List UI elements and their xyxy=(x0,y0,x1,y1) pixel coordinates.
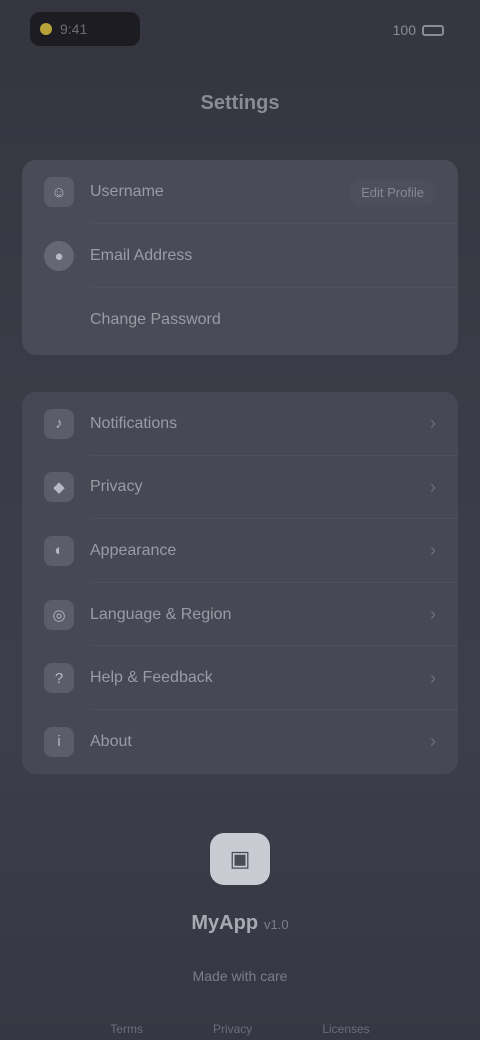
settings-item-label: Language & Region xyxy=(90,605,232,623)
recording-indicator-icon xyxy=(40,23,52,35)
row-label: Username xyxy=(90,183,164,200)
row-label: Change Password xyxy=(90,311,221,328)
chevron-right-icon: › xyxy=(430,413,436,434)
account-row-username[interactable]: ☺ Username Edit Profile xyxy=(22,160,458,224)
app-version: v1.0 xyxy=(264,917,289,932)
settings-item-language[interactable]: ◎ Language & Region › xyxy=(22,583,458,647)
battery-label: 100 xyxy=(392,22,416,38)
globe-icon: ◎ xyxy=(44,599,74,630)
privacy-link[interactable]: Privacy xyxy=(213,1022,252,1036)
settings-item-label: Appearance xyxy=(90,541,177,559)
settings-list: ♪ Notifications › ◆ Privacy › ◐ Appearan… xyxy=(22,392,458,774)
status-bar: 9:41 100 xyxy=(0,0,480,60)
status-indicators: 100 xyxy=(393,22,444,38)
user-icon: ☺ xyxy=(44,177,74,207)
footer-tagline: Made with care xyxy=(192,968,288,984)
settings-item-appearance[interactable]: ◐ Appearance › xyxy=(22,519,458,583)
chevron-right-icon: › xyxy=(430,540,436,561)
settings-screen: 9:41 100 Settings ☺ Username Edit Profil… xyxy=(0,0,480,1040)
settings-item-privacy[interactable]: ◆ Privacy › xyxy=(22,456,458,520)
settings-item-about[interactable]: i About › xyxy=(22,710,458,774)
settings-item-label: Notifications xyxy=(90,414,178,432)
chevron-right-icon: › xyxy=(430,731,436,752)
settings-item-label: About xyxy=(90,732,132,750)
chevron-right-icon: › xyxy=(430,667,436,688)
account-row-password[interactable]: Change Password xyxy=(22,288,458,352)
account-card: ☺ Username Edit Profile ● Email Address … xyxy=(22,160,458,355)
chevron-right-icon: › xyxy=(430,476,436,497)
lock-icon: ◆ xyxy=(44,472,74,503)
account-row-email[interactable]: ● Email Address xyxy=(22,224,458,288)
footer-app-name: MyApp v1.0 xyxy=(0,912,480,935)
footer-links: Terms Privacy Licenses xyxy=(0,1022,480,1036)
app-logo: ▣ xyxy=(210,833,270,885)
licenses-link[interactable]: Licenses xyxy=(322,1022,369,1036)
app-name: MyApp xyxy=(191,912,259,934)
chevron-right-icon: › xyxy=(430,604,436,625)
settings-item-notifications[interactable]: ♪ Notifications › xyxy=(22,392,458,456)
row-label: Email Address xyxy=(90,247,193,264)
spacer-icon xyxy=(44,305,74,335)
info-icon: i xyxy=(44,726,74,757)
bell-icon: ♪ xyxy=(44,408,74,439)
page-title: Settings xyxy=(200,92,280,114)
avatar-icon: ● xyxy=(44,241,74,271)
settings-item-label: Privacy xyxy=(90,478,143,496)
settings-item-help[interactable]: ? Help & Feedback › xyxy=(22,646,458,710)
status-time: 9:41 xyxy=(60,21,88,37)
battery-icon xyxy=(422,24,444,36)
palette-icon: ◐ xyxy=(44,535,74,566)
edit-profile-button[interactable]: Edit Profile xyxy=(349,179,436,205)
terms-link[interactable]: Terms xyxy=(110,1022,143,1036)
help-icon: ? xyxy=(44,663,74,694)
status-pill: 9:41 xyxy=(30,12,140,46)
settings-item-label: Help & Feedback xyxy=(90,669,213,687)
